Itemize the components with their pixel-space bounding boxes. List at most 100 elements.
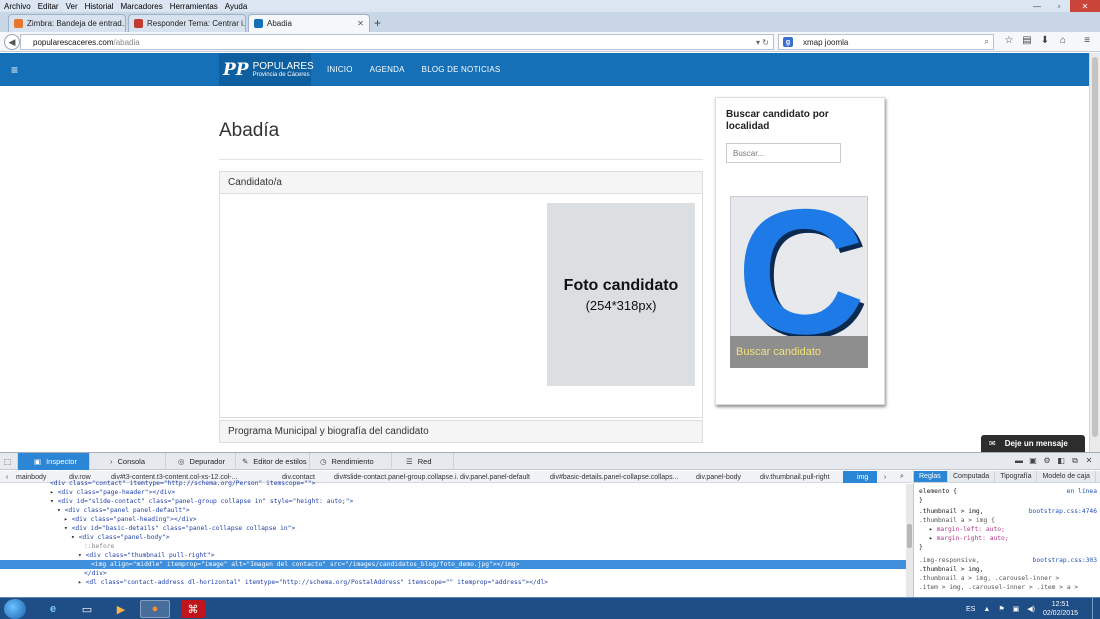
markup-line[interactable]: ▸ <dl class="contact-address dl-horizont… xyxy=(0,578,906,587)
markup-line[interactable]: ▸ <div class="page-header"></div> xyxy=(0,488,906,497)
volume-icon[interactable]: ◀) xyxy=(1027,605,1035,613)
menu-archivo[interactable]: Archivo xyxy=(4,2,31,11)
tab-red[interactable]: ☰ Red xyxy=(392,453,454,470)
program-panel-heading[interactable]: Programa Municipal y biografía del candi… xyxy=(219,420,703,443)
scrollbar-thumb[interactable] xyxy=(1092,57,1098,437)
locality-search-input[interactable] xyxy=(726,143,841,163)
window-controls: — ▫ ✕ xyxy=(1026,0,1100,12)
language-indicator[interactable]: ES xyxy=(966,606,975,613)
google-icon[interactable]: g xyxy=(783,37,793,47)
tab-modelo-caja[interactable]: Modelo de caja xyxy=(1037,471,1096,482)
rule-element[interactable]: elemento {en línea xyxy=(919,487,1099,496)
menu-marcadores[interactable]: Marcadores xyxy=(121,2,163,11)
hamburger-menu-icon[interactable]: ≡ xyxy=(11,63,18,77)
url-bar[interactable]: popularescaceres.com/abadia ▾ ↻ xyxy=(20,34,774,50)
menu-ayuda[interactable]: Ayuda xyxy=(225,2,248,11)
candidate-panel-heading[interactable]: Candidato/a xyxy=(220,172,702,194)
markup-scrollbar-thumb[interactable] xyxy=(907,524,912,548)
performance-icon: ◷ xyxy=(320,457,327,466)
back-icon[interactable]: ◀ xyxy=(4,34,20,50)
clock-date: 02/02/2015 xyxy=(1042,610,1078,617)
logo-line2: Provincia de Cáceres xyxy=(252,72,310,78)
console-icon: › xyxy=(110,457,113,466)
settings-gear-icon[interactable]: ⚙ xyxy=(1040,456,1054,466)
tab-depurador[interactable]: ◎ Depurador xyxy=(166,453,236,470)
rule-selector[interactable]: .thumbnail a > img, .carousel-inner > xyxy=(919,574,1099,583)
rule-property[interactable]: ▸ margin-right: auto; xyxy=(919,534,1099,543)
search-candidate-button[interactable]: Buscar candidato xyxy=(730,336,868,368)
acrobat-icon[interactable]: ⌘ xyxy=(181,600,205,618)
file-explorer-icon[interactable]: ▭ xyxy=(72,600,102,618)
maximize-icon[interactable]: ▫ xyxy=(1048,0,1070,12)
markup-line-selected[interactable]: <img align="middle" itemprop="image" alt… xyxy=(0,560,906,569)
undock-icon[interactable]: ⧉ xyxy=(1068,456,1082,466)
site-logo[interactable]: PP POPULARES Provincia de Cáceres xyxy=(219,53,314,86)
download-icon[interactable]: ⬇ xyxy=(1036,35,1054,46)
start-button[interactable] xyxy=(4,599,26,619)
markup-line[interactable]: <div class="contact" itemtype="http://sc… xyxy=(0,479,906,488)
menu-historial[interactable]: Historial xyxy=(85,2,114,11)
nav-inicio[interactable]: INICIO xyxy=(327,65,353,74)
photo-title: Foto candidato xyxy=(563,276,679,294)
markup-line[interactable]: ▾ <div class="panel-body"> xyxy=(0,533,906,542)
markup-line[interactable]: ▾ <div id="basic-details" class="panel-c… xyxy=(0,524,906,533)
tab-tipografia[interactable]: Tipografía xyxy=(995,471,1038,482)
markup-line[interactable]: ▾ <div class="thumbnail pull-right"> xyxy=(0,551,906,560)
tab-editor-estilos[interactable]: ✎ Editor de estilos xyxy=(236,453,310,470)
markup-view[interactable]: <div class="contact" itemtype="http://sc… xyxy=(0,480,906,598)
firefox-icon[interactable]: ● xyxy=(140,600,170,618)
markup-line[interactable]: </div> xyxy=(0,569,906,578)
pick-element-icon[interactable]: ⬚ xyxy=(0,453,18,470)
tab-reglas[interactable]: Reglas xyxy=(914,471,948,482)
menu-icon[interactable]: ≡ xyxy=(1078,35,1096,46)
tab-inspector[interactable]: ▣ Inspector xyxy=(18,453,90,470)
flag-icon[interactable]: ⚑ xyxy=(998,605,1004,613)
close-tab-icon[interactable]: ✕ xyxy=(353,19,364,28)
rule-selector[interactable]: .thumbnail > img, bootstrap.css:4746 xyxy=(919,507,1099,516)
nav-blog[interactable]: BLOG DE NOTICIAS xyxy=(422,65,501,74)
markup-line[interactable]: ▸ <div class="panel-heading"></div> xyxy=(0,515,906,524)
nav-agenda[interactable]: AGENDA xyxy=(370,65,405,74)
tab-consola[interactable]: › Consola xyxy=(90,453,166,470)
dock-side-icon[interactable]: ◧ xyxy=(1054,456,1068,466)
menu-herramientas[interactable]: Herramientas xyxy=(170,2,218,11)
search-input[interactable]: g xmap joomla ⌕ xyxy=(778,34,994,50)
network-tray-icon[interactable]: ▣ xyxy=(1013,605,1020,613)
close-window-icon[interactable]: ✕ xyxy=(1070,0,1100,12)
markup-line[interactable]: ▾ <div id="slide-contact" class="panel-g… xyxy=(0,497,906,506)
tab-computada[interactable]: Computada xyxy=(948,471,996,482)
rule-property[interactable]: ▸ margin-left: auto; xyxy=(919,525,1099,534)
new-tab-icon[interactable]: + xyxy=(374,16,381,30)
tray-expand-icon[interactable]: ▲ xyxy=(983,606,990,613)
clock[interactable]: 12:51 02/02/2015 xyxy=(1043,600,1086,618)
menu-editar[interactable]: Editar xyxy=(38,2,59,11)
bookmark-star-icon[interactable]: ☆ xyxy=(1000,35,1018,46)
rule-selector[interactable]: .thumbnail a > img { xyxy=(919,516,1099,525)
reload-icon[interactable]: ▾ ↻ xyxy=(756,38,769,47)
show-desktop-button[interactable] xyxy=(1092,598,1100,619)
close-devtools-icon[interactable]: ✕ xyxy=(1082,456,1096,466)
internet-explorer-icon[interactable]: e xyxy=(38,600,68,618)
page-scrollbar[interactable] xyxy=(1089,53,1100,452)
tab-rendimiento[interactable]: ◷ Rendimiento xyxy=(310,453,392,470)
rule-selector[interactable]: .item > img, .carousel-inner > .item > a… xyxy=(919,583,1099,592)
rule-selector[interactable]: .img-responsive, bootstrap.css:303 xyxy=(919,556,1099,565)
tab-responder[interactable]: Responder Tema: Centrar i... ✕ xyxy=(128,14,246,32)
menu-ver[interactable]: Ver xyxy=(66,2,78,11)
tab-zimbra[interactable]: Zimbra: Bandeja de entrad... ✕ xyxy=(8,14,126,32)
tab-abadia[interactable]: Abadia ✕ xyxy=(248,14,370,32)
markup-scrollbar[interactable] xyxy=(906,484,913,598)
responsive-icon[interactable]: ▣ xyxy=(1026,456,1040,466)
rule-selector[interactable]: .thumbnail > img, xyxy=(919,565,1099,574)
markup-line[interactable]: ▾ <div class="panel panel-default"> xyxy=(0,506,906,515)
bookmarks-list-icon[interactable]: ▤ xyxy=(1018,35,1036,46)
home-icon[interactable]: ⌂ xyxy=(1054,35,1072,46)
markup-line[interactable]: ::before xyxy=(0,542,906,551)
chat-label: Deje un mensaje xyxy=(1004,439,1068,448)
forum-favicon-icon xyxy=(134,19,143,28)
chat-button[interactable]: ✉ Deje un mensaje xyxy=(981,435,1085,452)
minimize-icon[interactable]: — xyxy=(1026,0,1048,12)
media-player-icon[interactable]: ▶ xyxy=(106,600,136,618)
search-icon[interactable]: ⌕ xyxy=(985,37,989,47)
toggle-toolbox-icon[interactable]: ▬ xyxy=(1012,456,1026,466)
